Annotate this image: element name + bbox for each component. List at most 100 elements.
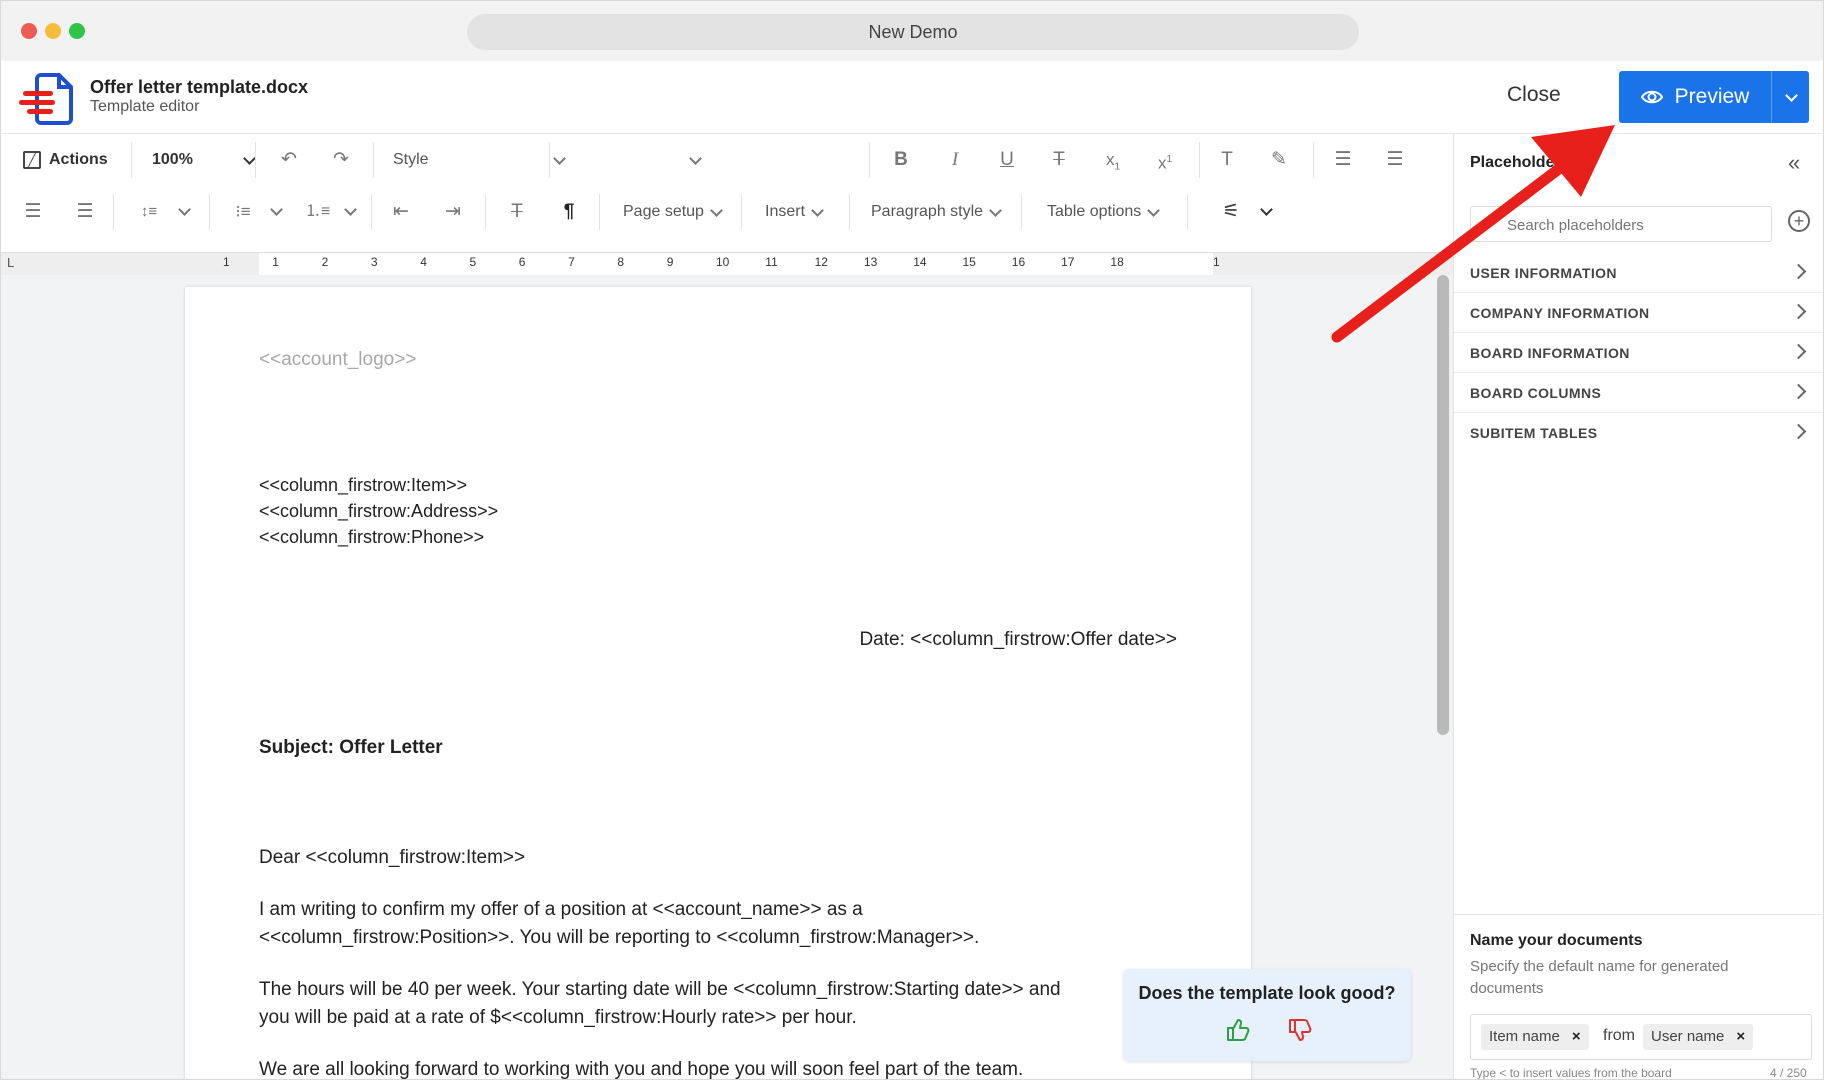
ruler: L 1 1 2 3 4 5 6 7 8 9 10 11 12 13 14 15 16 17 18 1 (1, 252, 1453, 276)
font-select[interactable] (689, 145, 702, 175)
date-line: Date: <<column_firstrow:Offer date>> (859, 629, 1177, 650)
zoom-select[interactable]: 100% (152, 145, 256, 175)
document-name-field[interactable]: Item name × from User name × (1470, 1014, 1812, 1060)
category-board-columns[interactable]: BOARD COLUMNS (1454, 372, 1823, 413)
ruler-number: 6 (518, 255, 526, 269)
paragraph-style-menu[interactable]: Paragraph style (871, 197, 1002, 227)
add-placeholder-icon[interactable]: + (1788, 210, 1810, 232)
increase-indent-icon[interactable]: ⇥ (441, 197, 465, 227)
actions-button[interactable]: ╱ Actions (23, 145, 108, 175)
ruler-number: 9 (666, 255, 674, 269)
align-center-icon[interactable]: ☰ (1383, 145, 1407, 175)
character-count: 4 / 250 (1770, 1066, 1807, 1080)
superscript-icon[interactable]: x1 (1153, 145, 1177, 175)
redo-icon[interactable]: ↷ (329, 145, 353, 175)
strikethrough-icon[interactable]: T (1047, 145, 1071, 175)
subscript-icon[interactable]: x1 (1101, 145, 1125, 175)
vertical-scrollbar[interactable] (1437, 275, 1449, 735)
category-user-information[interactable]: USER INFORMATION (1454, 252, 1823, 293)
page-setup-menu[interactable]: Page setup (623, 197, 723, 227)
document-title: Offer letter template.docx (90, 77, 309, 97)
decrease-indent-icon[interactable]: ⇤ (389, 197, 413, 227)
chevron-right-icon (1790, 423, 1807, 440)
chevron-down-icon (1259, 203, 1273, 216)
preview-dropdown-button[interactable] (1771, 71, 1810, 123)
undo-icon[interactable]: ↶ (277, 145, 301, 175)
ruler-number: 16 (1011, 255, 1026, 269)
ruler-number: 1 (223, 255, 230, 269)
insert-menu[interactable]: Insert (765, 197, 824, 227)
highlight-pen-icon[interactable]: ✎ (1267, 145, 1291, 175)
preview-button[interactable]: Preview (1619, 71, 1771, 123)
category-company-information[interactable]: COMPANY INFORMATION (1454, 292, 1823, 333)
tab-stop-selector[interactable]: L (7, 255, 14, 270)
bold-icon[interactable]: B (889, 145, 913, 175)
paragraph-line: I am writing to confirm my offer of a po… (259, 899, 863, 920)
eye-icon (1640, 90, 1663, 104)
underline-icon[interactable]: U (995, 145, 1019, 175)
table-options-menu[interactable]: Table options (1047, 197, 1161, 227)
numbered-list-icon[interactable]: ⒈≡ (305, 197, 330, 227)
feedback-popup: Does the template look good? (1123, 969, 1411, 1061)
bullet-list-icon[interactable]: ⁝≡ (231, 197, 255, 227)
align-left-icon[interactable]: ☰ (1331, 145, 1355, 175)
divider (1454, 914, 1823, 915)
chip-user-name: User name × (1643, 1024, 1754, 1050)
remove-chip-icon[interactable]: × (1572, 1028, 1581, 1045)
document-page[interactable]: <<account_logo>> <<column_firstrow:Item>… (185, 287, 1251, 1079)
chevron-right-icon (1790, 383, 1807, 400)
paragraph-line: The hours will be 40 per week. Your star… (259, 979, 1061, 1000)
clear-format-icon[interactable]: T (505, 197, 529, 227)
chevron-right-icon (1790, 303, 1807, 320)
window-title: New Demo (467, 14, 1359, 50)
chevron-down-icon (1147, 203, 1161, 217)
style-select[interactable]: Style (393, 145, 566, 175)
chevron-down-icon (243, 151, 256, 165)
ruler-number: 11 (765, 255, 778, 269)
chevron-down-icon (689, 151, 702, 165)
close-window-button[interactable] (21, 23, 37, 39)
ruler-number: 1 (272, 255, 279, 269)
ruler-number: 15 (962, 255, 976, 269)
line-spacing-icon[interactable]: ↕≡ (137, 197, 161, 227)
chevron-down-icon (343, 203, 357, 216)
numbered-list-dropdown[interactable] (343, 194, 357, 224)
preview-label: Preview (1674, 85, 1750, 108)
document-subtitle: Template editor (90, 98, 200, 115)
thumbs-down-icon[interactable] (1287, 1017, 1313, 1050)
ruler-number: 3 (370, 255, 378, 269)
ruler-number: 8 (617, 255, 625, 269)
feedback-question: Does the template look good? (1138, 983, 1396, 1003)
app-header: Offer letter template.docx Template edit… (1, 61, 1823, 134)
from-text: from (1603, 1027, 1635, 1044)
ruler-number: 2 (321, 255, 329, 269)
chip-item-name: Item name × (1481, 1024, 1589, 1050)
settings-dropdown[interactable] (1259, 194, 1273, 224)
bullet-list-dropdown[interactable] (269, 194, 283, 224)
settings-sliders-icon[interactable]: ⚟ (1219, 197, 1243, 227)
address-line: <<column_firstrow:Address>> (259, 501, 499, 521)
pilcrow-icon[interactable]: ¶ (557, 197, 581, 227)
maximize-window-button[interactable] (69, 23, 85, 39)
align-justify-icon[interactable]: ☰ (73, 197, 97, 227)
search-box: ⌕ (1470, 206, 1772, 243)
line-spacing-dropdown[interactable] (177, 194, 191, 224)
close-button[interactable]: Close (1507, 83, 1561, 107)
paragraph-line: you will be paid at a rate of $<<column_… (259, 1007, 857, 1028)
thumbs-up-icon[interactable] (1225, 1017, 1251, 1050)
title-bar: New Demo (1, 1, 1823, 62)
placeholders-panel: Placeholders « ⌕ + USER INFORMATION COMP… (1453, 134, 1823, 1080)
collapse-panel-icon[interactable]: « (1788, 150, 1800, 176)
italic-icon[interactable]: I (943, 145, 967, 175)
search-input[interactable] (1505, 207, 1769, 243)
ruler-number: 4 (420, 255, 427, 269)
category-subitem-tables[interactable]: SUBITEM TABLES (1454, 412, 1823, 452)
text-format-icon[interactable]: T (1215, 145, 1239, 175)
align-right-icon[interactable]: ☰ (21, 197, 45, 227)
chevron-down-icon (710, 203, 723, 217)
preview-button-group: Preview (1619, 71, 1809, 123)
subject-line: Subject: Offer Letter (259, 737, 443, 758)
remove-chip-icon[interactable]: × (1736, 1028, 1745, 1045)
category-board-information[interactable]: BOARD INFORMATION (1454, 332, 1823, 373)
minimize-window-button[interactable] (45, 23, 61, 39)
